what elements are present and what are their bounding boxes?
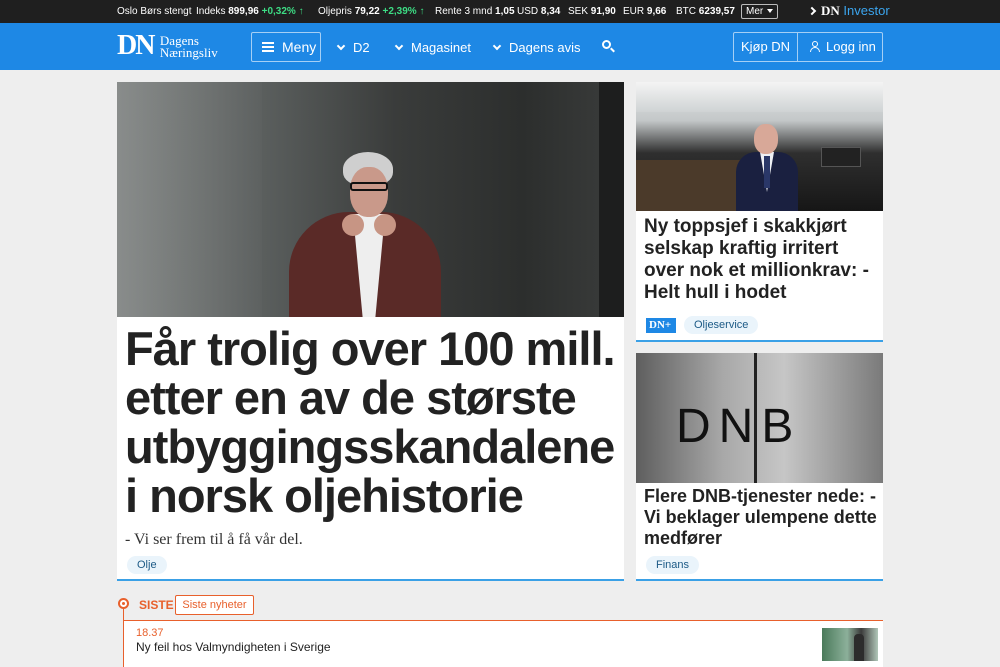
- logo-line-2: Næringsliv: [159, 45, 218, 60]
- ticker-btc-label: BTC: [676, 6, 696, 17]
- main-navigation: DN Dagens Næringsliv Meny D2 Magasinet D…: [0, 23, 1000, 70]
- arrow-up-icon: ↑: [298, 6, 304, 17]
- nav-dagens-avis[interactable]: Dagens avis: [492, 40, 581, 55]
- nav-d2[interactable]: D2: [336, 40, 370, 55]
- nav-magasinet-label: Magasinet: [411, 40, 471, 55]
- nav-d2-label: D2: [353, 40, 370, 55]
- ticker-rente-label: Rente 3 mnd: [435, 6, 493, 17]
- dn-logo[interactable]: DN Dagens Næringsliv: [117, 32, 218, 62]
- main-article-card[interactable]: Får trolig over 100 mill. etter en av de…: [117, 82, 624, 581]
- ticker-indeks-label: Indeks: [196, 6, 226, 17]
- more-select-value: Mer: [746, 6, 764, 17]
- ticker-olje-label: Oljepris: [318, 6, 352, 17]
- login-button[interactable]: Logg inn: [798, 33, 883, 61]
- chevron-down-icon: [492, 41, 502, 51]
- ticker-usd-value: 8,34: [540, 6, 561, 17]
- ticker-eur[interactable]: EUR 9,66: [623, 6, 666, 17]
- chevron-right-icon: [807, 6, 817, 16]
- ticker-olje[interactable]: Oljepris 79,22 +2,39% ↑: [318, 6, 424, 17]
- market-ticker: Oslo Børs stengt Indeks 899,96 +0,32% ↑ …: [0, 0, 1000, 23]
- side-article-2-tag[interactable]: Finans: [646, 556, 700, 574]
- news-time: 18.37: [136, 627, 164, 639]
- chevron-down-icon: [336, 41, 346, 51]
- dnb-sign-logo: DNB: [676, 400, 802, 453]
- login-label: Logg inn: [826, 39, 876, 54]
- logo-mark: DN: [117, 30, 155, 61]
- search-icon[interactable]: [602, 40, 615, 53]
- dn-investor-link[interactable]: DN Investor: [807, 3, 890, 19]
- menu-label: Meny: [282, 39, 317, 55]
- latest-label: SISTE: [139, 598, 174, 612]
- main-article-headline[interactable]: Får trolig over 100 mill. etter en av de…: [125, 324, 620, 520]
- side-article-1-tag[interactable]: Oljeservice: [684, 316, 759, 334]
- ticker-btc[interactable]: BTC 6239,57: [676, 6, 735, 17]
- ticker-indeks[interactable]: Indeks 899,96 +0,32% ↑: [196, 6, 304, 17]
- latest-news-item[interactable]: 18.37 Ny feil hos Valmyndigheten i Sveri…: [124, 620, 883, 667]
- chevron-down-icon: [767, 9, 773, 13]
- main-article-image[interactable]: [117, 82, 624, 317]
- menu-button[interactable]: Meny: [251, 32, 321, 62]
- more-select[interactable]: Mer: [741, 4, 778, 19]
- dn-plus-badge: DN+: [646, 318, 676, 333]
- ticker-eur-label: EUR: [623, 6, 645, 17]
- side-article-1-headline[interactable]: Ny toppsjef i skakkjørt selskap kraftig …: [644, 216, 879, 304]
- ticker-indeks-change: +0,32%: [261, 6, 296, 17]
- hamburger-icon: [262, 42, 274, 52]
- ticker-indeks-value: 899,96: [228, 6, 259, 17]
- ticker-olje-change: +2,39%: [382, 6, 417, 17]
- main-article-lead: - Vi ser frem til å få vår del.: [125, 531, 303, 548]
- ticker-usd[interactable]: USD 8,34: [517, 6, 560, 17]
- news-thumbnail[interactable]: [822, 628, 878, 661]
- market-status: Oslo Børs stengt: [117, 6, 192, 17]
- buy-subscription-button[interactable]: Kjøp DN: [734, 33, 798, 61]
- side-article-2-image[interactable]: DNB: [636, 353, 883, 483]
- investor-label: Investor: [843, 3, 890, 18]
- side-article-card-2[interactable]: DNB Flere DNB-tjenester nede: - Vi bekla…: [636, 353, 883, 581]
- main-article-tag[interactable]: Olje: [127, 556, 167, 574]
- ticker-btc-value: 6239,57: [698, 6, 735, 17]
- ticker-rente[interactable]: Rente 3 mnd 1,05: [435, 6, 515, 17]
- nav-dagens-avis-label: Dagens avis: [509, 40, 581, 55]
- ticker-eur-value: 9,66: [646, 6, 667, 17]
- logo-wordmark: Dagens Næringsliv: [159, 34, 218, 60]
- side-article-2-headline[interactable]: Flere DNB-tjenester nede: - Vi beklager …: [644, 486, 879, 549]
- live-dot-icon: [118, 598, 129, 609]
- ticker-sek-label: SEK: [568, 6, 589, 17]
- chevron-down-icon: [394, 41, 404, 51]
- nav-magasinet[interactable]: Magasinet: [394, 40, 471, 55]
- arrow-up-icon: ↑: [419, 6, 425, 17]
- ticker-olje-value: 79,22: [354, 6, 380, 17]
- ticker-sek[interactable]: SEK 91,90: [568, 6, 616, 17]
- latest-news-button[interactable]: Siste nyheter: [175, 595, 254, 615]
- side-article-card-1[interactable]: Ny toppsjef i skakkjørt selskap kraftig …: [636, 82, 883, 342]
- ticker-usd-label: USD: [517, 6, 539, 17]
- ticker-sek-value: 91,90: [590, 6, 616, 17]
- ticker-rente-value: 1,05: [495, 6, 515, 17]
- side-article-1-image[interactable]: [636, 82, 883, 211]
- account-actions: Kjøp DN Logg inn: [733, 32, 883, 62]
- news-title[interactable]: Ny feil hos Valmyndigheten i Sverige: [136, 640, 331, 654]
- user-icon: [809, 41, 821, 53]
- investor-dn-logo: DN: [821, 3, 840, 18]
